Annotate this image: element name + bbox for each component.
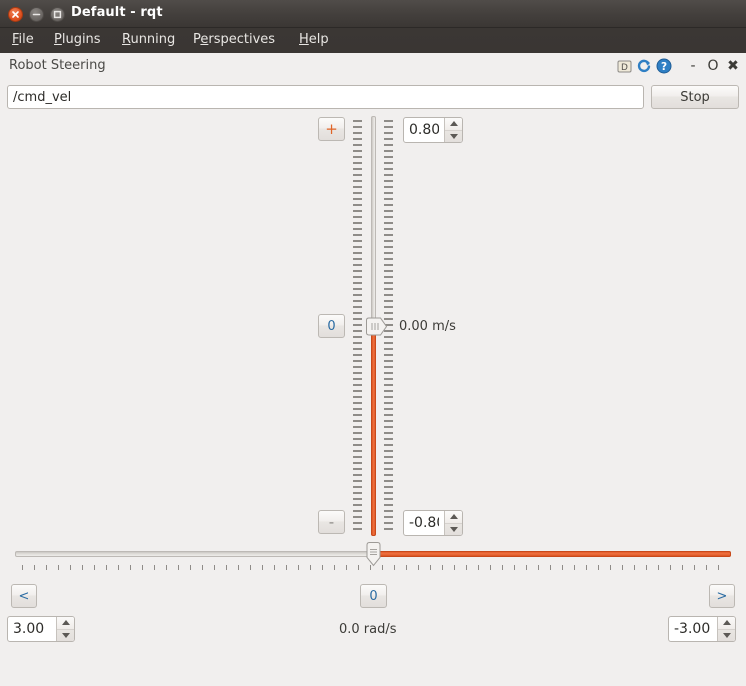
linear-increase-button[interactable]: +	[318, 117, 345, 141]
window-title: Default - rqt	[71, 5, 163, 20]
linear-slider-handle[interactable]	[364, 317, 388, 336]
stop-button[interactable]: Stop	[651, 85, 739, 109]
linear-velocity-slider[interactable]	[350, 116, 396, 536]
linear-min-stepper[interactable]	[444, 511, 462, 535]
linear-slider-fill	[371, 326, 376, 536]
linear-velocity-readout: 0.00 m/s	[399, 319, 456, 334]
angular-min-stepper[interactable]	[717, 617, 735, 641]
linear-decrease-button[interactable]: -	[318, 510, 345, 534]
plugin-minimize-button[interactable]: -	[684, 57, 702, 75]
linear-max-step-up-icon[interactable]	[445, 118, 462, 131]
linear-min-spinbox[interactable]	[403, 510, 463, 536]
window-close-icon[interactable]	[8, 7, 23, 22]
linear-min-step-up-icon[interactable]	[445, 511, 462, 524]
angular-min-step-down-icon[interactable]	[718, 630, 735, 642]
linear-slider-ticks-left	[353, 120, 362, 532]
menubar: File Plugins Running Perspectives Help	[0, 28, 746, 54]
menu-item-plugins[interactable]: Plugins	[54, 32, 101, 47]
angular-max-spinbox[interactable]	[7, 616, 75, 642]
angular-min-spinbox[interactable]	[668, 616, 736, 642]
linear-zero-button[interactable]: 0	[318, 314, 345, 338]
angular-right-button[interactable]: >	[709, 584, 735, 608]
menu-item-perspectives[interactable]: Perspectives	[193, 32, 275, 47]
window-titlebar: Default - rqt	[0, 0, 746, 28]
angular-max-stepper[interactable]	[56, 617, 74, 641]
menu-item-running[interactable]: Running	[122, 32, 175, 47]
angular-velocity-slider[interactable]	[7, 543, 739, 577]
plugin-title: Robot Steering	[9, 58, 106, 73]
angular-slider-fill	[373, 551, 731, 557]
topic-input[interactable]	[7, 85, 644, 109]
menu-item-help[interactable]: Help	[299, 32, 329, 47]
dock-icon[interactable]: D	[615, 57, 633, 75]
linear-max-stepper[interactable]	[444, 118, 462, 142]
angular-left-button[interactable]: <	[11, 584, 37, 608]
svg-text:D: D	[621, 63, 628, 73]
plugin-header: Robot Steering D ? -	[0, 53, 746, 79]
plugin-float-button[interactable]: O	[704, 57, 722, 75]
linear-min-field[interactable]	[404, 511, 444, 535]
rqt-window: Default - rqt File Plugins Running Persp…	[0, 0, 746, 686]
window-minimize-icon[interactable]	[29, 7, 44, 22]
linear-max-step-down-icon[interactable]	[445, 131, 462, 143]
refresh-icon[interactable]	[635, 57, 653, 75]
plugin-close-button[interactable]: ✖	[724, 57, 742, 75]
angular-slider-handle[interactable]	[364, 541, 383, 567]
angular-velocity-readout: 0.0 rad/s	[339, 622, 397, 637]
angular-max-step-up-icon[interactable]	[57, 617, 74, 630]
linear-max-field[interactable]	[404, 118, 444, 142]
angular-min-step-up-icon[interactable]	[718, 617, 735, 630]
window-maximize-icon[interactable]	[50, 7, 65, 22]
plugin-header-icons: D ? - O ✖	[615, 57, 742, 75]
help-icon[interactable]: ?	[655, 57, 673, 75]
svg-text:?: ?	[661, 61, 667, 73]
menu-item-file[interactable]: File	[12, 32, 34, 47]
angular-zero-button[interactable]: 0	[360, 584, 387, 608]
linear-min-step-down-icon[interactable]	[445, 524, 462, 536]
angular-max-step-down-icon[interactable]	[57, 630, 74, 642]
linear-max-spinbox[interactable]	[403, 117, 463, 143]
angular-min-field[interactable]	[669, 617, 717, 641]
angular-max-field[interactable]	[8, 617, 56, 641]
